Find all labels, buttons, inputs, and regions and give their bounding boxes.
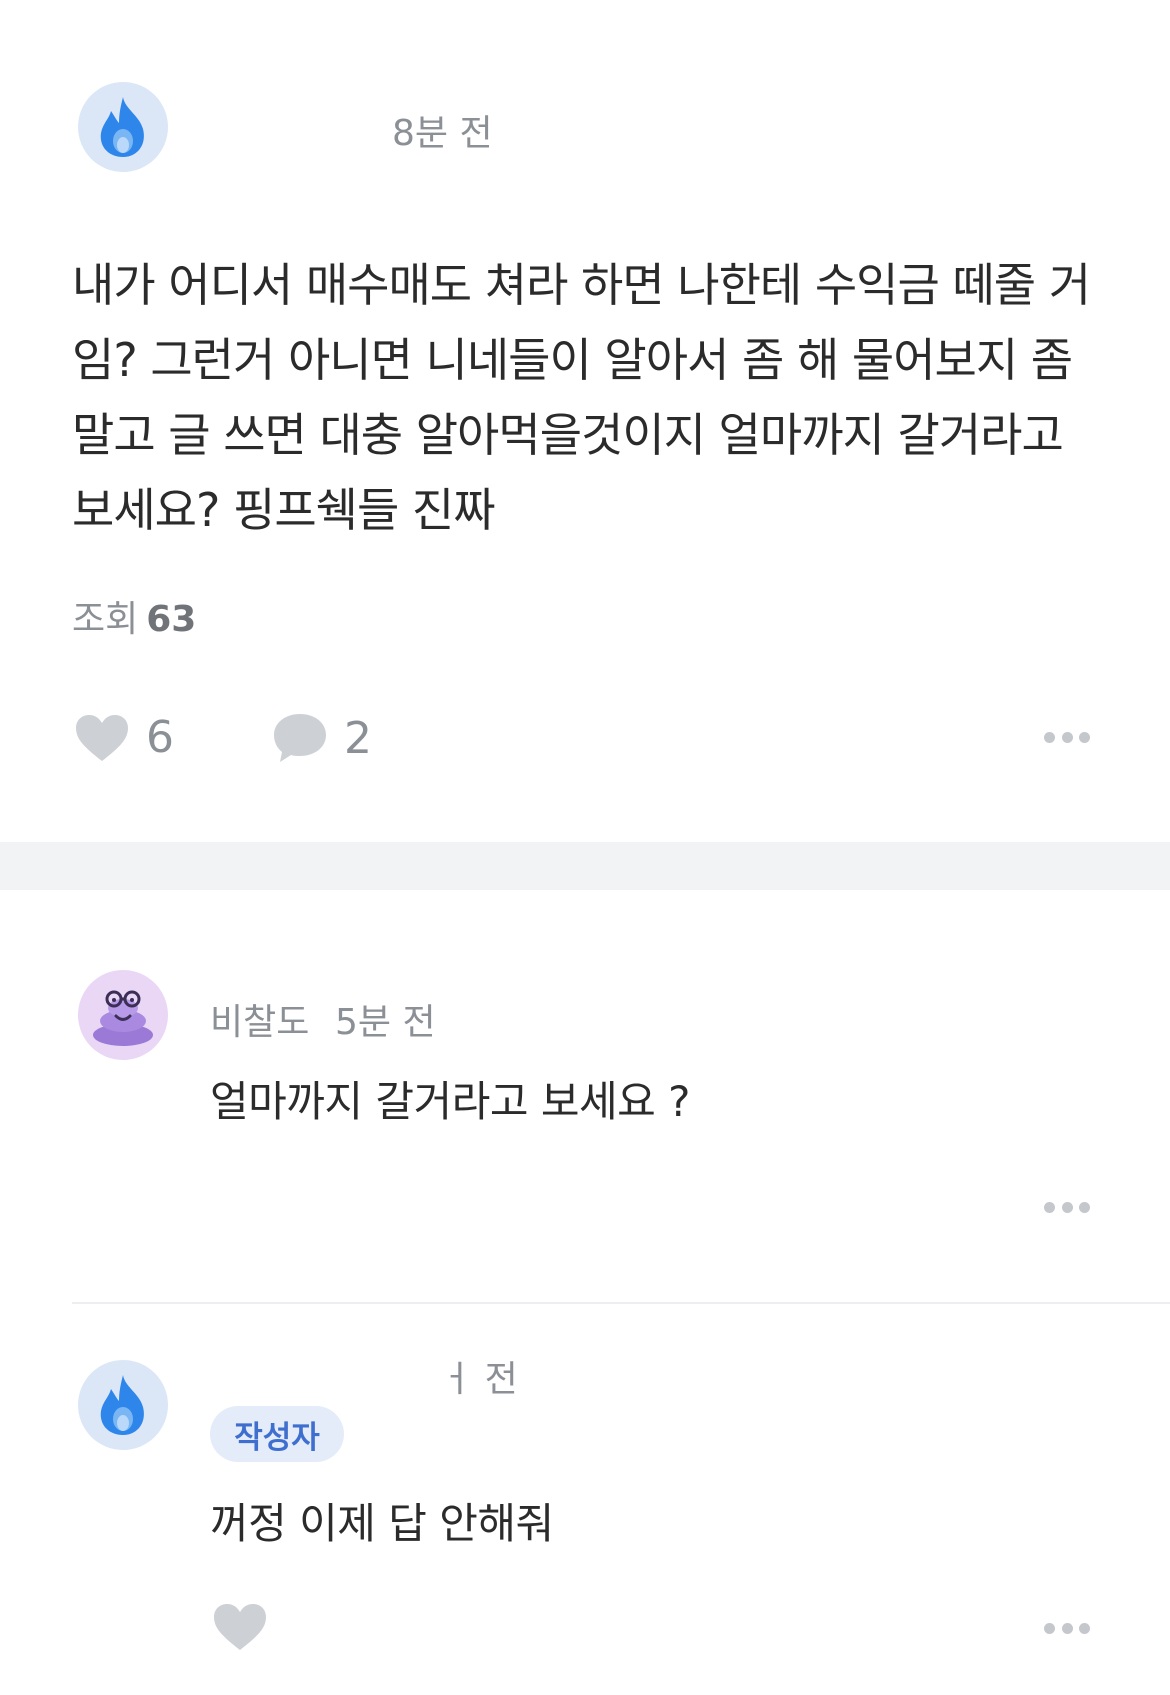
more-dot xyxy=(1061,1201,1073,1213)
comment-more-button[interactable] xyxy=(1044,1622,1090,1634)
view-count: 조회 63 xyxy=(72,590,196,642)
comment-time: ㅓ 전 xyxy=(440,1359,518,1400)
post-body: 내가 어디서 매수매도 쳐라 하면 나한테 수익금 떼줄 거임? 그런거 아니면… xyxy=(72,258,1091,537)
heart-icon xyxy=(214,1604,266,1650)
fire-icon xyxy=(100,1375,144,1435)
more-dot xyxy=(1044,1622,1055,1634)
view-number: 63 xyxy=(146,599,197,640)
comment-text: 얼마까지 갈거라고 보세요 ? xyxy=(210,1077,690,1126)
comment-divider xyxy=(72,1302,1170,1304)
view-label: 조회 xyxy=(72,599,139,640)
commenter-avatar[interactable] xyxy=(78,970,168,1060)
comment-time: 5분 전 xyxy=(335,1002,436,1043)
author-avatar[interactable] xyxy=(78,82,168,172)
like-count: 6 xyxy=(146,712,174,763)
more-dot xyxy=(1079,1622,1090,1634)
post-more-button[interactable] xyxy=(1044,731,1090,743)
comment-author[interactable]: 비찰도 xyxy=(210,993,309,1045)
speech-bubble-icon xyxy=(274,714,326,762)
poop-with-glasses-icon xyxy=(93,990,153,1046)
comment-button[interactable]: 2 xyxy=(272,712,372,764)
comment-count: 2 xyxy=(344,712,372,764)
more-dot xyxy=(1061,1622,1073,1634)
post-time: 8분 전 xyxy=(392,113,493,154)
comment-text: 꺼정 이제 답 안해줘 xyxy=(210,1499,554,1548)
more-dot xyxy=(1079,1201,1090,1213)
comment-more-button[interactable] xyxy=(1044,1201,1090,1213)
more-dot xyxy=(1044,1201,1055,1213)
more-dot xyxy=(1044,731,1055,743)
more-dot xyxy=(1079,731,1090,743)
author-avatar[interactable] xyxy=(78,1360,168,1450)
fire-icon xyxy=(100,97,144,157)
section-divider xyxy=(0,842,1170,890)
more-dot xyxy=(1061,731,1073,743)
heart-icon xyxy=(76,714,128,761)
like-button[interactable]: 6 xyxy=(74,712,174,763)
author-badge: 작성자 xyxy=(210,1406,344,1462)
comment-like-button[interactable] xyxy=(212,1602,268,1652)
